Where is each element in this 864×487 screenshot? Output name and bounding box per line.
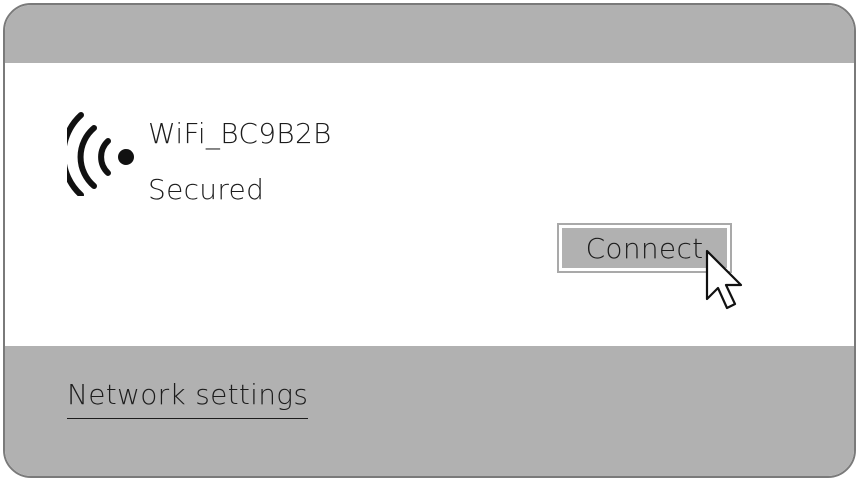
network-status: Secured (148, 173, 265, 206)
wifi-signal-icon (67, 112, 134, 196)
network-name: WiFi_BC9B2B (148, 117, 332, 150)
title-bar (5, 5, 854, 63)
connect-button[interactable]: Connect (557, 223, 732, 273)
network-settings-link[interactable]: Network settings (67, 378, 309, 419)
network-list: WiFi_BC9B2B Secured Connect (5, 63, 854, 346)
connect-button-label: Connect (562, 228, 727, 268)
network-item: WiFi_BC9B2B Secured Connect (5, 63, 854, 346)
